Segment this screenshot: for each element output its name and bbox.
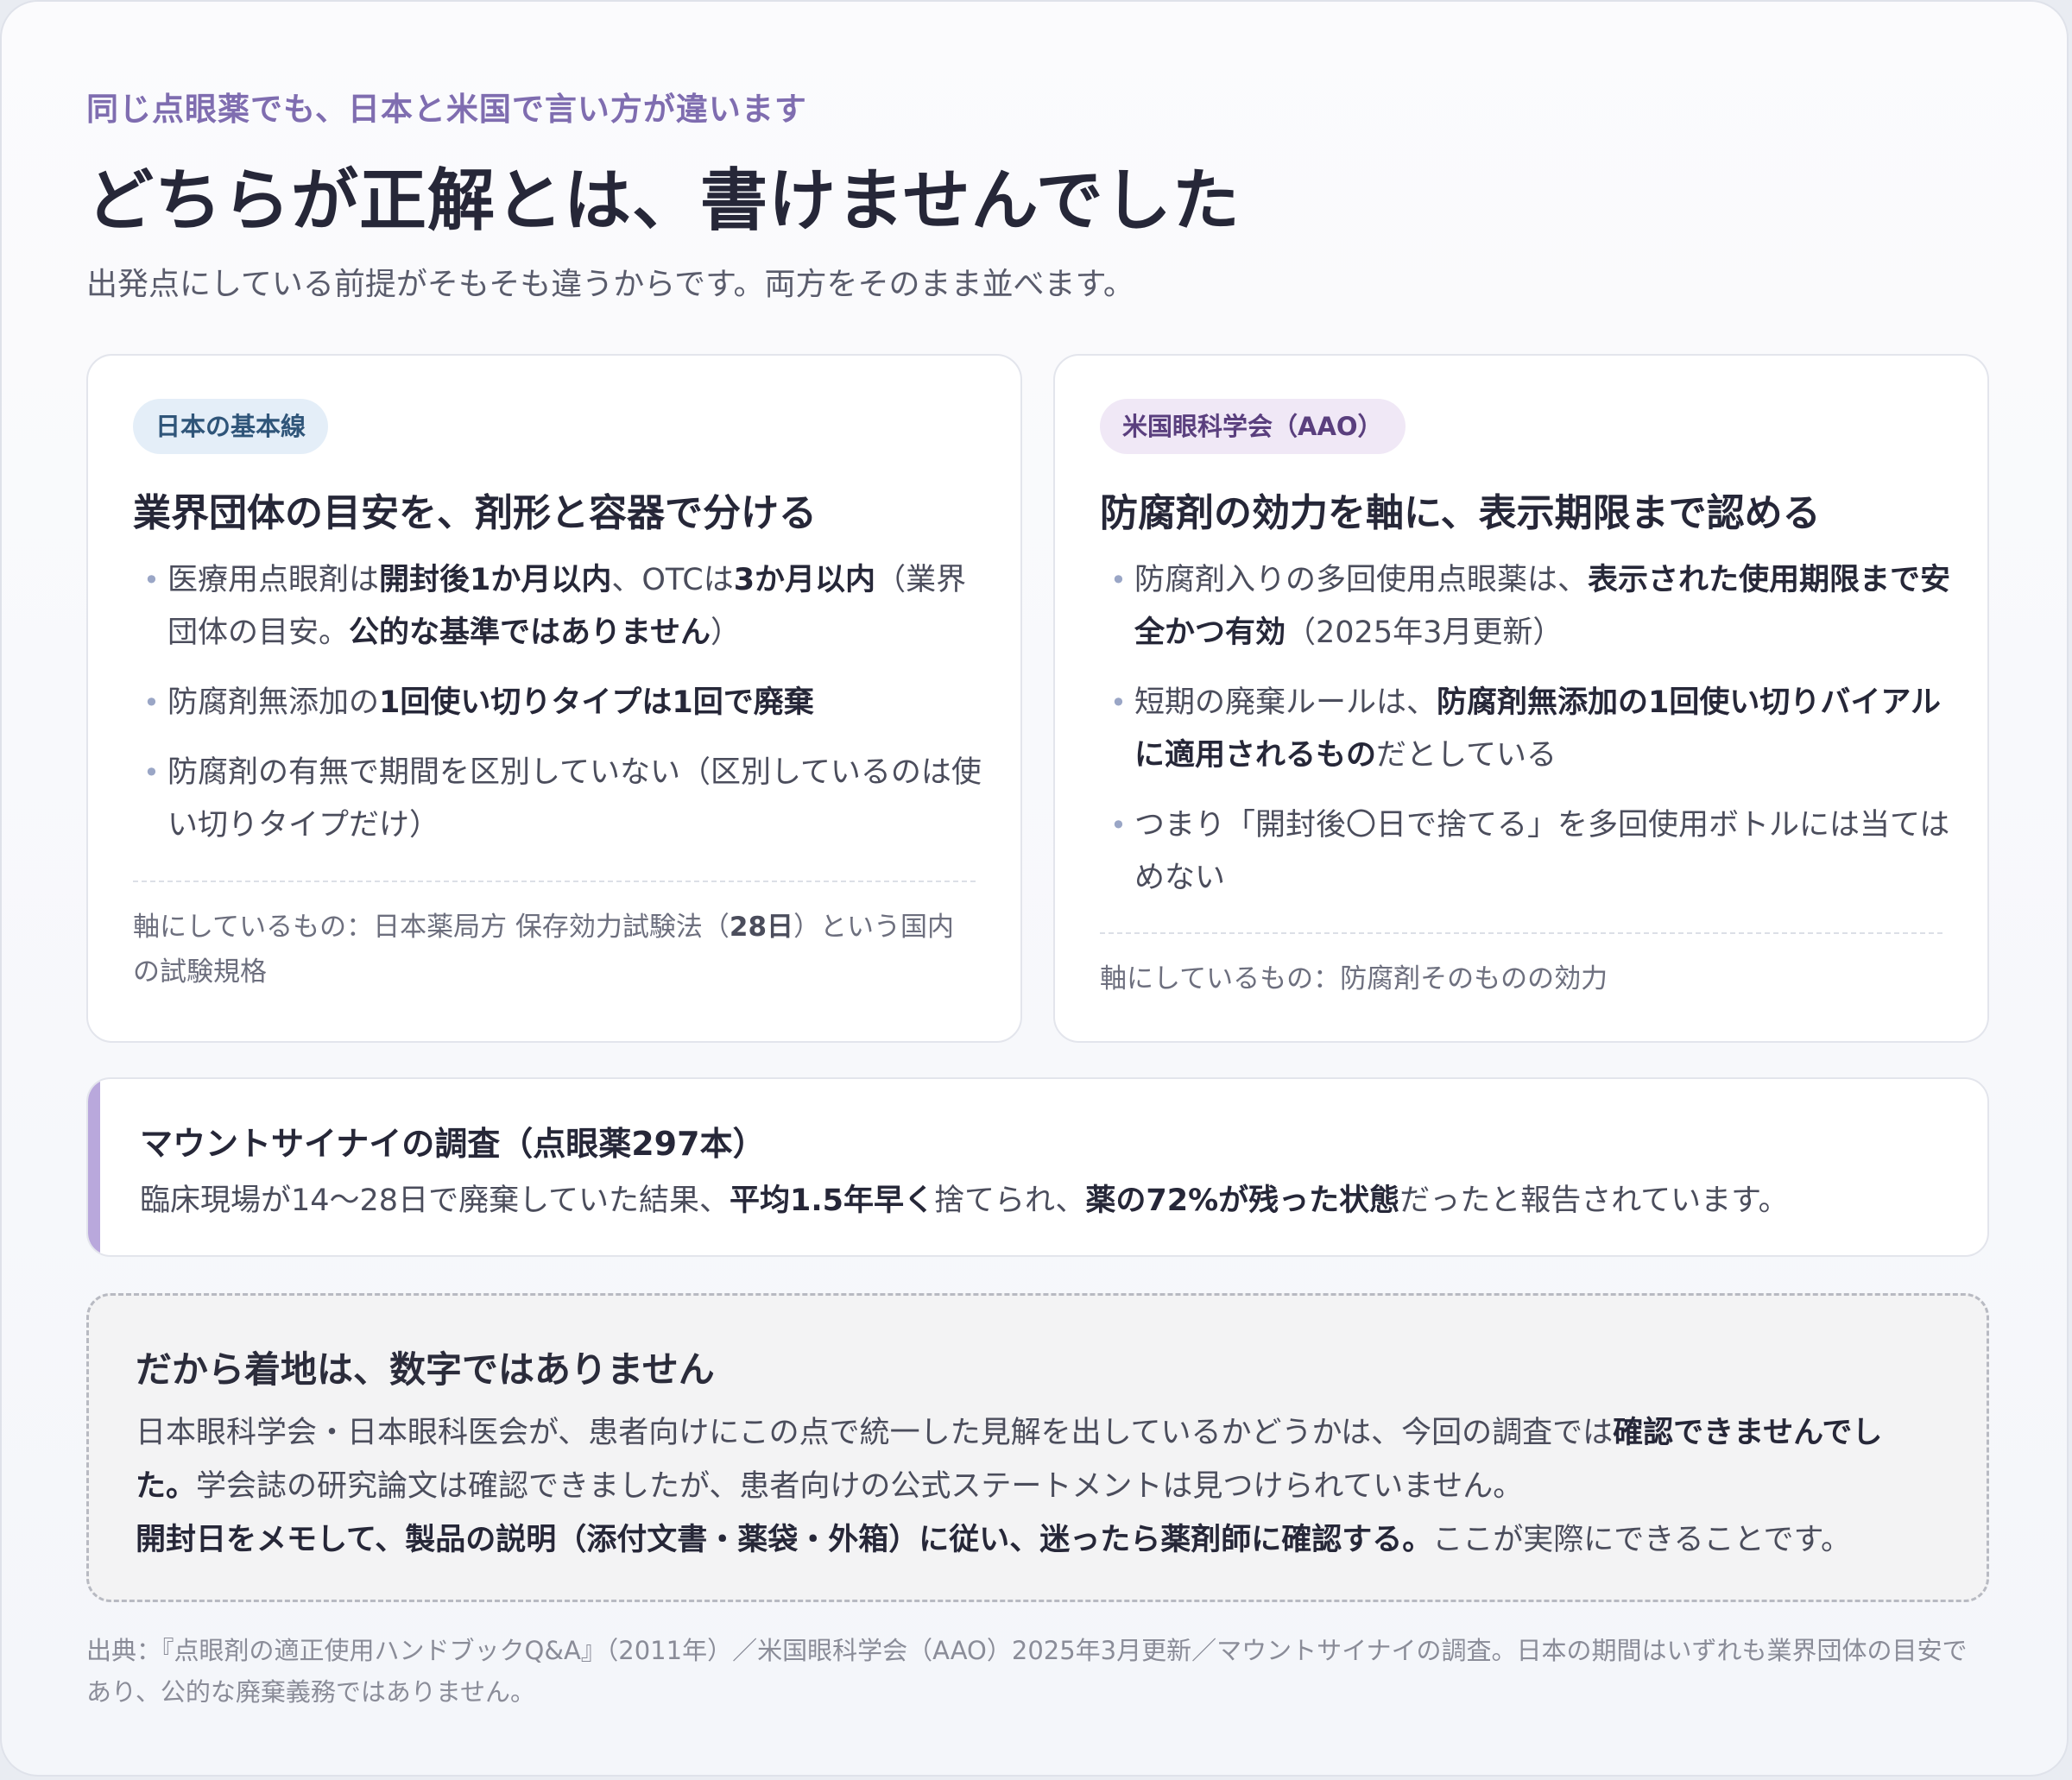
- page-lede: 出発点にしている前提がそもそも違うからです。両方をそのまま並べます。: [86, 267, 1134, 302]
- japan-badge: 日本の基本線: [133, 399, 329, 454]
- bullet-icon: •: [143, 686, 160, 719]
- conclusion-paragraph: 日本眼科学会・日本眼科医会が、患者向けにこの点で統一した見解を出しているかどうか…: [136, 1406, 1931, 1513]
- point-text: （2025年3月更新）: [1286, 615, 1563, 650]
- conclusion-title: だから着地は、数字ではありません: [136, 1348, 715, 1391]
- point-text: 防腐剤無添加の: [167, 685, 380, 720]
- point-text: 、OTCは: [611, 563, 734, 597]
- japan-axis-note: 軸にしているもの：日本薬局方 保存効力試験法（28日）という国内の試験規格: [133, 905, 979, 994]
- source-note: 出典：『点眼剤の適正使用ハンドブックQ&A』（2011年）／米国眼科学会（AAO…: [86, 1636, 1968, 1707]
- divider: [1100, 932, 1942, 934]
- bullet-icon: •: [1110, 809, 1127, 842]
- eyebrow: 同じ点眼薬でも、日本と米国で言い方が違います: [86, 91, 807, 128]
- us-card-heading: 防腐剤の効力を軸に、表示期限まで認める: [1100, 491, 1821, 535]
- study-text: だったと報告されています。: [1399, 1184, 1789, 1218]
- page: 同じ点眼薬でも、日本と米国で言い方が違います どちらが正解とは、書けませんでした…: [0, 0, 2069, 1777]
- axis-text: 軸にしているもの：防腐剤そのものの効力: [1100, 963, 1608, 994]
- point-text: 防腐剤入りの多回使用点眼薬は、: [1134, 563, 1589, 597]
- conclusion-text: 学会誌の研究論文は確認できましたが、患者向けの公式ステートメントは見つけられてい…: [196, 1469, 1524, 1504]
- conclusion-paragraph: 開封日をメモして、製品の説明（添付文書・薬袋・外箱）に従い、迷ったら薬剤師に確認…: [136, 1513, 1931, 1567]
- study-emphasis: 薬の72%が残った状態: [1085, 1184, 1400, 1218]
- list-item: • 防腐剤入りの多回使用点眼薬は、表示された使用期限まで安全かつ有効（2025年3…: [1100, 554, 1955, 660]
- point-text: 医療用点眼剤は: [167, 563, 380, 597]
- japan-card-heading: 業界団体の目安を、剤形と容器で分ける: [133, 491, 817, 535]
- conclusion-text: 日本眼科学会・日本眼科医会が、患者向けにこの点で統一した見解を出しているかどうか…: [136, 1416, 1614, 1450]
- us-card: 米国眼科学会（AAO） 防腐剤の効力を軸に、表示期限まで認める • 防腐剤入りの多…: [1053, 354, 1989, 1043]
- list-item: • つまり「開封後〇日で捨てる」を多回使用ボトルには当てはめない: [1100, 799, 1955, 905]
- axis-text: 軸にしているもの：日本薬局方 保存効力試験法（: [133, 912, 730, 943]
- point-text: だとしている: [1376, 738, 1557, 773]
- japan-card: 日本の基本線 業界団体の目安を、剤形と容器で分ける • 医療用点眼剤は開封後1か月…: [86, 354, 1022, 1043]
- point-text: 短期の廃棄ルールは、: [1134, 685, 1437, 720]
- point-text: ）: [710, 615, 741, 650]
- list-item: • 防腐剤無添加の1回使い切りタイプは1回で廃棄: [133, 677, 988, 729]
- list-item: • 医療用点眼剤は開封後1か月以内、OTCは3か月以内（業界団体の目安。公的な基準…: [133, 554, 988, 660]
- bullet-icon: •: [143, 756, 160, 789]
- conclusion-text: ここが実際にできることです。: [1432, 1523, 1851, 1557]
- us-points: • 防腐剤入りの多回使用点眼薬は、表示された使用期限まで安全かつ有効（2025年3…: [1100, 554, 1955, 922]
- conclusion-emphasis: 開封日をメモして、製品の説明（添付文書・薬袋・外箱）に従い、迷ったら薬剤師に確認…: [136, 1523, 1433, 1557]
- us-badge: 米国眼科学会（AAO）: [1100, 399, 1406, 454]
- list-item: • 防腐剤の有無で期間を区別していない（区別しているのは使い切りタイプだけ）: [133, 747, 988, 852]
- point-emphasis: 開封後1か月以内: [379, 563, 612, 597]
- bullet-icon: •: [143, 564, 160, 596]
- point-emphasis: 公的な基準ではありません: [349, 615, 711, 650]
- study-emphasis: 平均1.5年早く: [730, 1184, 935, 1218]
- study-text: 臨床現場が14〜28日で廃棄していた結果、: [140, 1184, 730, 1218]
- conclusion-box: だから着地は、数字ではありません 日本眼科学会・日本眼科医会が、患者向けにこの点…: [86, 1293, 1989, 1602]
- point-text: 防腐剤の有無で期間を区別していない（区別しているのは使い切りタイプだけ）: [167, 755, 982, 843]
- list-item: • 短期の廃棄ルールは、防腐剤無添加の1回使い切りバイアルに適用されるものだとして…: [1100, 677, 1955, 782]
- point-emphasis: 1回使い切りタイプは1回で廃棄: [379, 685, 814, 720]
- study-text: 捨てられ、: [934, 1184, 1086, 1218]
- japan-points: • 医療用点眼剤は開封後1か月以内、OTCは3か月以内（業界団体の目安。公的な基準…: [133, 554, 988, 869]
- axis-emphasis: 28日: [729, 912, 794, 943]
- conclusion-body: 日本眼科学会・日本眼科医会が、患者向けにこの点で統一した見解を出しているかどうか…: [136, 1406, 1931, 1567]
- study-title: マウントサイナイの調査（点眼薬297本）: [140, 1125, 766, 1163]
- accent-bar: [88, 1079, 100, 1255]
- us-axis-note: 軸にしているもの：防腐剤そのものの効力: [1100, 956, 1946, 1001]
- bullet-icon: •: [1110, 686, 1127, 719]
- point-text: つまり「開封後〇日で捨てる」を多回使用ボトルには当てはめない: [1134, 808, 1950, 895]
- page-title: どちらが正解とは、書けませんでした: [86, 162, 1241, 240]
- divider: [133, 881, 976, 882]
- bullet-icon: •: [1110, 564, 1127, 596]
- study-callout: マウントサイナイの調査（点眼薬297本） 臨床現場が14〜28日で廃棄していた結…: [86, 1077, 1989, 1257]
- study-body: 臨床現場が14〜28日で廃棄していた結果、平均1.5年早く捨てられ、薬の72%が…: [140, 1176, 1789, 1220]
- point-emphasis: 3か月以内: [733, 563, 876, 597]
